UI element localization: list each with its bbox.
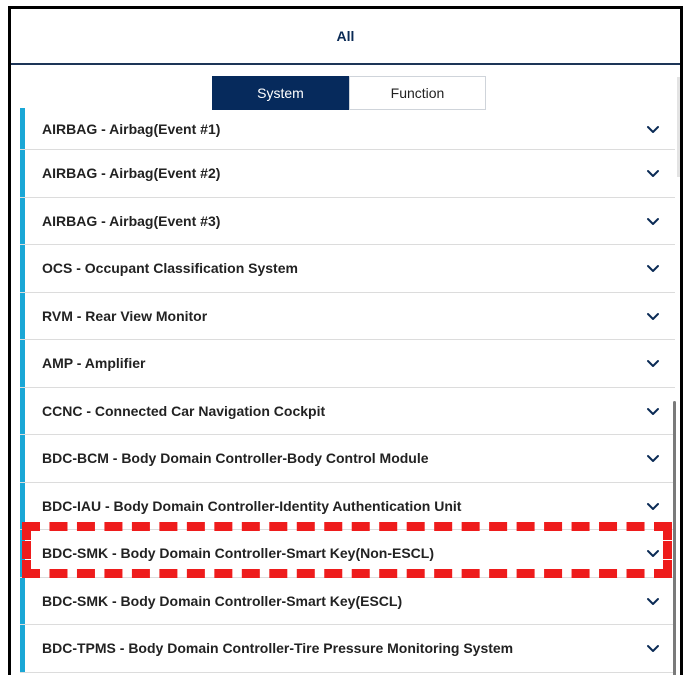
list-item[interactable]: AIRBAG - Airbag(Event #3) (20, 197, 675, 245)
list-item[interactable]: AIRBAG - Airbag(Event #1) (20, 108, 675, 150)
scrollbar[interactable] (673, 401, 676, 675)
chevron-down-icon[interactable] (645, 640, 661, 656)
list-item-label: CCNC - Connected Car Navigation Cockpit (42, 402, 326, 419)
chevron-down-icon[interactable] (645, 260, 661, 276)
page-title: All (336, 28, 355, 44)
chevron-down-icon[interactable] (645, 165, 661, 181)
accent-bar (20, 340, 25, 387)
list-item[interactable]: RVM - Rear View Monitor (20, 292, 675, 340)
accent-bar (20, 577, 25, 624)
accent-bar (20, 435, 25, 482)
list-item[interactable]: BDC-BCM - Body Domain Controller-Body Co… (20, 435, 675, 483)
list-item-label: RVM - Rear View Monitor (42, 307, 208, 324)
chevron-down-icon[interactable] (645, 355, 661, 371)
chevron-down-icon[interactable] (645, 121, 661, 137)
system-list: AIRBAG - Airbag(Event #1) AIRBAG - Airbag… (20, 108, 675, 673)
view-toggle: System Function (212, 76, 486, 110)
list-item[interactable]: AIRBAG - Airbag(Event #2) (20, 150, 675, 198)
tab-function[interactable]: Function (349, 76, 486, 110)
accent-bar (20, 150, 25, 197)
chevron-down-icon[interactable] (645, 593, 661, 609)
list-item-label: AIRBAG - Airbag(Event #1) (42, 120, 221, 137)
accent-bar (20, 108, 25, 149)
list-item-label: OCS - Occupant Classification System (42, 260, 298, 277)
chevron-down-icon[interactable] (645, 403, 661, 419)
chevron-down-icon[interactable] (645, 498, 661, 514)
chevron-down-icon[interactable] (645, 450, 661, 466)
list-item-label: BDC-TPMS - Body Domain Controller-Tire P… (42, 640, 514, 657)
accent-bar (20, 197, 25, 244)
list-item[interactable]: BDC-TPMS - Body Domain Controller-Tire P… (20, 625, 675, 673)
accent-bar (20, 245, 25, 292)
list-item[interactable]: CCNC - Connected Car Navigation Cockpit (20, 387, 675, 435)
highlight-annotation (22, 522, 672, 578)
chevron-down-icon[interactable] (645, 308, 661, 324)
list-item-label: BDC-BCM - Body Domain Controller-Body Co… (42, 450, 429, 467)
list-item[interactable]: AMP - Amplifier (20, 340, 675, 388)
list-item[interactable]: OCS - Occupant Classification System (20, 245, 675, 293)
tab-system[interactable]: System (212, 76, 349, 110)
list-item-label: AIRBAG - Airbag(Event #3) (42, 212, 221, 229)
list-item-label: BDC-IAU - Body Domain Controller-Identit… (42, 497, 462, 514)
list-item-label: AMP - Amplifier (42, 355, 146, 372)
scroll-track-top (677, 77, 680, 177)
accent-bar (20, 292, 25, 339)
accent-bar (20, 625, 25, 672)
list-item-label: BDC-SMK - Body Domain Controller-Smart K… (42, 592, 403, 609)
list-item-label: AIRBAG - Airbag(Event #2) (42, 165, 221, 182)
accent-bar (20, 387, 25, 434)
chevron-down-icon[interactable] (645, 213, 661, 229)
panel-header: All (11, 9, 680, 65)
list-item[interactable]: BDC-SMK - Body Domain Controller-Smart K… (20, 577, 675, 625)
